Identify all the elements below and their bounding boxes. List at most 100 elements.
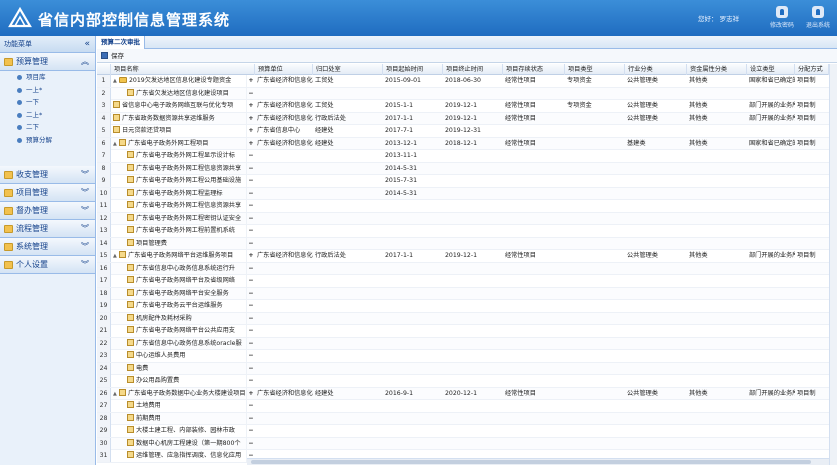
cell-fund[interactable]: 其他类 <box>687 75 747 87</box>
sidebar-item-second-down[interactable]: 二下 <box>0 121 95 134</box>
remove-row-button[interactable]: − <box>247 325 255 337</box>
cell-est[interactable] <box>747 175 795 187</box>
cell-start[interactable] <box>383 313 443 325</box>
cell-dept[interactable] <box>313 213 383 225</box>
cell-start[interactable]: 2014-5-31 <box>383 163 443 175</box>
table-row[interactable]: 21 广东省电子政务网络平台公共应用支 − <box>97 325 837 338</box>
cell-status[interactable] <box>503 125 565 137</box>
remove-row-button[interactable]: − <box>247 438 255 450</box>
cell-type[interactable] <box>565 400 625 412</box>
cell-unit[interactable] <box>255 425 313 437</box>
cell-status[interactable] <box>503 288 565 300</box>
table-row[interactable]: 6 ▲ 广东省电子政务外网工程项目 + 广东省经济和信息化委 经建处 2013-12-1 20… <box>97 137 837 150</box>
cell-ind[interactable]: 公共管理类 <box>625 113 687 125</box>
add-row-button[interactable]: + <box>247 125 255 137</box>
cell-dept[interactable]: 工贸处 <box>313 75 383 87</box>
cell-dept[interactable] <box>313 350 383 362</box>
cell-end[interactable]: 2020-12-1 <box>443 388 503 400</box>
add-row-button[interactable]: + <box>247 138 255 150</box>
table-row[interactable]: 20 机房配件及耗材采购 − <box>97 312 837 325</box>
table-row[interactable]: 17 广东省电子政务网络平台及省级网络 − <box>97 275 837 288</box>
chevron-down-icon[interactable]: ︾ <box>81 166 89 184</box>
cell-fund[interactable] <box>687 125 747 137</box>
project-name-cell[interactable]: 运维管理、应急指挥调度、信息化应用 <box>111 450 247 462</box>
cell-fund[interactable] <box>687 275 747 287</box>
project-name-cell[interactable]: ▲ 广东省电子政务外网工程项目 <box>111 137 247 150</box>
table-row[interactable]: 18 广东省电子政务网络平台安全服务 − <box>97 287 837 300</box>
cell-ind[interactable] <box>625 313 687 325</box>
column-header[interactable]: 项目名称 <box>111 64 255 75</box>
cell-dept[interactable]: 工贸处 <box>313 100 383 112</box>
cell-type[interactable] <box>565 350 625 362</box>
cell-type[interactable] <box>565 188 625 200</box>
table-row[interactable]: 28 前期费用 − <box>97 412 837 425</box>
cell-type[interactable] <box>565 250 625 262</box>
table-row[interactable]: 15 ▲ 广东省电子政务网络平台运维服务项目 + 广东省经济和信息化委 行政后法处 2017… <box>97 250 837 263</box>
cell-unit[interactable] <box>255 338 313 350</box>
cell-dept[interactable] <box>313 263 383 275</box>
cell-ind[interactable]: 基建类 <box>625 138 687 150</box>
tab-budget-second-approval[interactable]: 预算二次审批 <box>97 36 145 49</box>
cell-est[interactable] <box>747 263 795 275</box>
cell-est[interactable]: 部门开展的业务所需的补 <box>747 250 795 262</box>
cell-est[interactable] <box>747 88 795 100</box>
cell-status[interactable]: 经常性项目 <box>503 75 565 87</box>
project-name-cell[interactable]: 办公用品购置费 <box>111 375 247 387</box>
remove-row-button[interactable]: − <box>247 188 255 200</box>
cell-dept[interactable] <box>313 325 383 337</box>
panel-budget-management[interactable]: 预算管理 ︽ <box>0 53 95 71</box>
cell-start[interactable]: 2017-7-1 <box>383 125 443 137</box>
cell-dept[interactable] <box>313 163 383 175</box>
cell-status[interactable] <box>503 413 565 425</box>
cell-type[interactable]: 专项资金 <box>565 100 625 112</box>
table-row[interactable]: 30 数据中心机房工程建设（第一期800个 − <box>97 437 837 450</box>
add-row-button[interactable]: + <box>247 250 255 262</box>
chevron-down-icon[interactable]: ︾ <box>81 184 89 202</box>
cell-start[interactable] <box>383 238 443 250</box>
table-row[interactable]: 2 广东省欠发达地区信息化建设项目 − <box>97 87 837 100</box>
cell-ind[interactable] <box>625 325 687 337</box>
cell-start[interactable] <box>383 88 443 100</box>
cell-type[interactable] <box>565 213 625 225</box>
panel-system[interactable]: 系统管理 ︾ <box>0 238 95 256</box>
remove-row-button[interactable]: − <box>247 288 255 300</box>
cell-dept[interactable] <box>313 425 383 437</box>
cell-ind[interactable] <box>625 213 687 225</box>
cell-start[interactable] <box>383 363 443 375</box>
project-name-cell[interactable]: 机房配件及耗材采购 <box>111 312 247 325</box>
project-name-cell[interactable]: 广东省电子政务云平台运维服务 <box>111 300 247 312</box>
cell-dept[interactable] <box>313 238 383 250</box>
cell-type[interactable] <box>565 113 625 125</box>
cell-est[interactable] <box>747 213 795 225</box>
cell-type[interactable] <box>565 325 625 337</box>
cell-est[interactable] <box>747 238 795 250</box>
project-name-cell[interactable]: 日元贷款还贷项目 <box>111 125 247 137</box>
cell-end[interactable] <box>443 338 503 350</box>
horizontal-scrollbar[interactable] <box>247 458 829 465</box>
remove-row-button[interactable]: − <box>247 263 255 275</box>
cell-start[interactable]: 2017-1-1 <box>383 250 443 262</box>
cell-fund[interactable] <box>687 213 747 225</box>
cell-status[interactable] <box>503 363 565 375</box>
cell-ind[interactable] <box>625 88 687 100</box>
panel-workflow[interactable]: 流程管理 ︾ <box>0 220 95 238</box>
table-row[interactable]: 22 广东省信息中心政务信息系统oracle服 − <box>97 337 837 350</box>
cell-est[interactable]: 部门开展的业务所需的补 <box>747 100 795 112</box>
cell-dept[interactable]: 行政后法处 <box>313 250 383 262</box>
table-row[interactable]: 19 广东省电子政务云平台运维服务 − <box>97 300 837 313</box>
cell-ind[interactable]: 公共管理类 <box>625 250 687 262</box>
cell-unit[interactable] <box>255 263 313 275</box>
remove-row-button[interactable]: − <box>247 413 255 425</box>
cell-fund[interactable] <box>687 313 747 325</box>
cell-status[interactable] <box>503 438 565 450</box>
panel-project-management[interactable]: 项目管理 ︾ <box>0 184 95 202</box>
cell-type[interactable] <box>565 150 625 162</box>
cell-end[interactable] <box>443 213 503 225</box>
cell-est[interactable] <box>747 188 795 200</box>
cell-dept[interactable] <box>313 175 383 187</box>
project-name-cell[interactable]: 广东省电子政务外网工程前置机系统 <box>111 225 247 237</box>
cell-est[interactable] <box>747 275 795 287</box>
cell-unit[interactable] <box>255 350 313 362</box>
cell-status[interactable]: 经常性项目 <box>503 250 565 262</box>
cell-ind[interactable] <box>625 438 687 450</box>
